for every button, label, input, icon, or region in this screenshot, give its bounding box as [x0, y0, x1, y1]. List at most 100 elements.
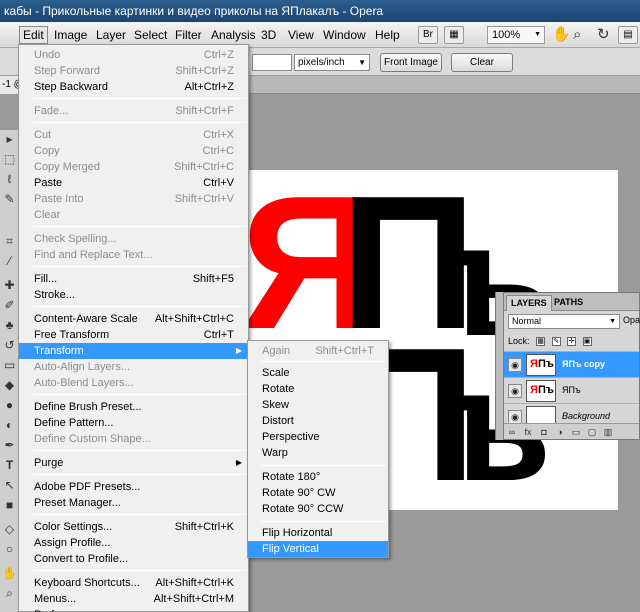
menu-item-fade: Fade... Shift+Ctrl+F — [19, 103, 248, 119]
menu-item-purge[interactable]: Purge ▶ — [19, 455, 248, 471]
menu-item-define-brush-preset[interactable]: Define Brush Preset... — [19, 399, 248, 415]
menu-item-adobe-pdf-presets[interactable]: Adobe PDF Presets... — [19, 479, 248, 495]
tab-layers[interactable]: LAYERS — [506, 295, 552, 311]
eyedropper-tool-icon[interactable]: ⁄ — [2, 254, 17, 269]
menu-item-assign-profile[interactable]: Assign Profile... — [19, 535, 248, 551]
menu-item-preferences[interactable]: Preferences ▶ — [19, 607, 248, 612]
group-icon[interactable]: ▭ — [568, 424, 584, 440]
menu-item-fill[interactable]: Fill... Shift+F5 — [19, 271, 248, 287]
menu-help[interactable]: Help — [372, 26, 403, 44]
clone-stamp-tool-icon[interactable]: ♣ — [2, 318, 17, 333]
rotate-view-icon[interactable]: ↻ — [597, 26, 610, 44]
submenu-item-skew[interactable]: Skew — [248, 397, 388, 413]
lock-all-icon[interactable]: ▣ — [582, 337, 592, 347]
marquee-tool-icon[interactable]: ⬚ — [2, 152, 17, 167]
menu-item-shortcut: Alt+Ctrl+Z — [184, 81, 234, 93]
bridge-button[interactable]: Br — [418, 26, 438, 44]
menu-window[interactable]: Window — [320, 26, 369, 44]
lock-position-icon[interactable]: ✛ — [567, 337, 577, 347]
3d-orbit-tool-icon[interactable]: ○ — [2, 542, 17, 557]
submenu-item-rotate-180[interactable]: Rotate 180° — [248, 469, 388, 485]
blur-tool-icon[interactable]: ● — [2, 398, 17, 413]
brush-tool-icon[interactable]: ✐ — [2, 298, 17, 313]
submenu-item-warp[interactable]: Warp — [248, 445, 388, 461]
menu-layer[interactable]: Layer — [93, 26, 129, 44]
submenu-item-flip-horizontal[interactable]: Flip Horizontal — [248, 525, 388, 541]
menu-item-step-backward[interactable]: Step Backward Alt+Ctrl+Z — [19, 79, 248, 95]
resolution-input[interactable] — [252, 54, 292, 71]
quick-select-tool-icon[interactable]: ✎ — [2, 192, 17, 207]
arrange-documents-icon[interactable]: ▤ — [618, 26, 638, 44]
path-selection-tool-icon[interactable]: ↖ — [2, 478, 17, 493]
resolution-unit-select[interactable]: pixels/inch ▼ — [294, 54, 370, 71]
link-layers-icon[interactable]: ∞ — [504, 424, 520, 440]
menu-image[interactable]: Image — [51, 26, 90, 44]
menu-select[interactable]: Select — [131, 26, 170, 44]
3d-rotate-tool-icon[interactable]: ◇ — [2, 522, 17, 537]
panel-collapse-strip[interactable] — [495, 292, 503, 440]
menu-edit[interactable]: Edit — [19, 26, 48, 44]
menu-item-label: Free Transform — [34, 329, 110, 341]
menu-analysis[interactable]: Analysis — [208, 26, 259, 44]
pen-tool-icon[interactable]: ✒ — [2, 438, 17, 453]
crop-tool-icon[interactable]: ⌗ — [2, 234, 17, 249]
menu-item-free-transform[interactable]: Free Transform Ctrl+T — [19, 327, 248, 343]
menu-filter[interactable]: Filter — [172, 26, 205, 44]
menu-item-clear: Clear — [19, 207, 248, 223]
menu-item-keyboard-shortcuts[interactable]: Keyboard Shortcuts... Alt+Shift+Ctrl+K — [19, 575, 248, 591]
delete-layer-icon[interactable]: ▥ — [600, 424, 616, 440]
hand-tool-icon[interactable]: ✋ — [2, 566, 17, 581]
lasso-tool-icon[interactable]: ℓ — [2, 172, 17, 187]
submenu-item-rotate-90-ccw[interactable]: Rotate 90° CCW — [248, 501, 388, 517]
submenu-item-rotate-90-cw[interactable]: Rotate 90° CW — [248, 485, 388, 501]
tab-paths[interactable]: PATHS — [550, 295, 587, 311]
zoom-select[interactable]: 100% ▼ — [487, 26, 545, 44]
menu-item-preset-manager[interactable]: Preset Manager... — [19, 495, 248, 511]
menu-item-label: Define Custom Shape... — [34, 433, 151, 445]
opacity-label: Opac — [623, 315, 640, 325]
layer-row[interactable]: ◉ Я Пъ ЯПъ copy — [504, 351, 639, 377]
menu-item-convert-to-profile[interactable]: Convert to Profile... — [19, 551, 248, 567]
menu-item-transform[interactable]: Transform ▶ — [19, 343, 248, 359]
blend-mode-select[interactable]: Normal ▼ — [508, 314, 620, 329]
menu-item-stroke[interactable]: Stroke... — [19, 287, 248, 303]
front-image-button[interactable]: Front Image — [380, 53, 442, 72]
adjustment-layer-icon[interactable]: ◑ — [552, 424, 568, 440]
healing-brush-tool-icon[interactable]: ✚ — [2, 278, 17, 293]
menu-3d[interactable]: 3D — [258, 26, 279, 44]
menu-item-label: Step Backward — [34, 81, 108, 93]
zoom-tool-icon[interactable]: ⌕ — [2, 586, 17, 601]
layer-mask-icon[interactable]: ◘ — [536, 424, 552, 440]
submenu-item-perspective[interactable]: Perspective — [248, 429, 388, 445]
submenu-item-scale[interactable]: Scale — [248, 365, 388, 381]
lock-transparency-icon[interactable]: ▦ — [536, 337, 546, 347]
zoom-tool-icon[interactable]: ⌕ — [573, 26, 581, 44]
menu-item-color-settings[interactable]: Color Settings... Shift+Ctrl+K — [19, 519, 248, 535]
move-tool-icon[interactable]: ▸ — [2, 132, 17, 147]
lock-pixels-icon[interactable]: ✎ — [551, 337, 561, 347]
menu-item-paste[interactable]: Paste Ctrl+V — [19, 175, 248, 191]
shape-tool-icon[interactable]: ■ — [2, 498, 17, 513]
dodge-tool-icon[interactable]: ◐ — [2, 418, 17, 433]
hand-tool-icon[interactable]: ✋ — [552, 26, 571, 44]
view-extras-icon[interactable]: ▦ — [444, 26, 464, 44]
clear-button[interactable]: Clear — [451, 53, 513, 72]
eye-icon[interactable]: ◉ — [508, 358, 522, 372]
layer-row[interactable]: ◉ Я Пъ ЯПъ — [504, 377, 639, 403]
submenu-item-flip-vertical[interactable]: Flip Vertical — [248, 541, 388, 557]
eraser-tool-icon[interactable]: ▭ — [2, 358, 17, 373]
eye-icon[interactable]: ◉ — [508, 410, 522, 424]
paint-bucket-tool-icon[interactable]: ◆ — [2, 378, 17, 393]
type-tool-icon[interactable]: T — [2, 458, 17, 473]
submenu-item-rotate[interactable]: Rotate — [248, 381, 388, 397]
new-layer-icon[interactable]: ▢ — [584, 424, 600, 440]
eye-icon[interactable]: ◉ — [508, 384, 522, 398]
layer-style-icon[interactable]: fx — [520, 424, 536, 440]
layers-panel: LAYERS PATHS Normal▼ Opac Lock: ▦ ✎ ✛ ▣ … — [503, 292, 640, 440]
menu-view[interactable]: View — [285, 26, 317, 44]
submenu-item-distort[interactable]: Distort — [248, 413, 388, 429]
menu-item-content-aware-scale[interactable]: Content-Aware Scale Alt+Shift+Ctrl+C — [19, 311, 248, 327]
menu-item-define-pattern[interactable]: Define Pattern... — [19, 415, 248, 431]
history-brush-tool-icon[interactable]: ↺ — [2, 338, 17, 353]
menu-item-menus[interactable]: Menus... Alt+Shift+Ctrl+M — [19, 591, 248, 607]
